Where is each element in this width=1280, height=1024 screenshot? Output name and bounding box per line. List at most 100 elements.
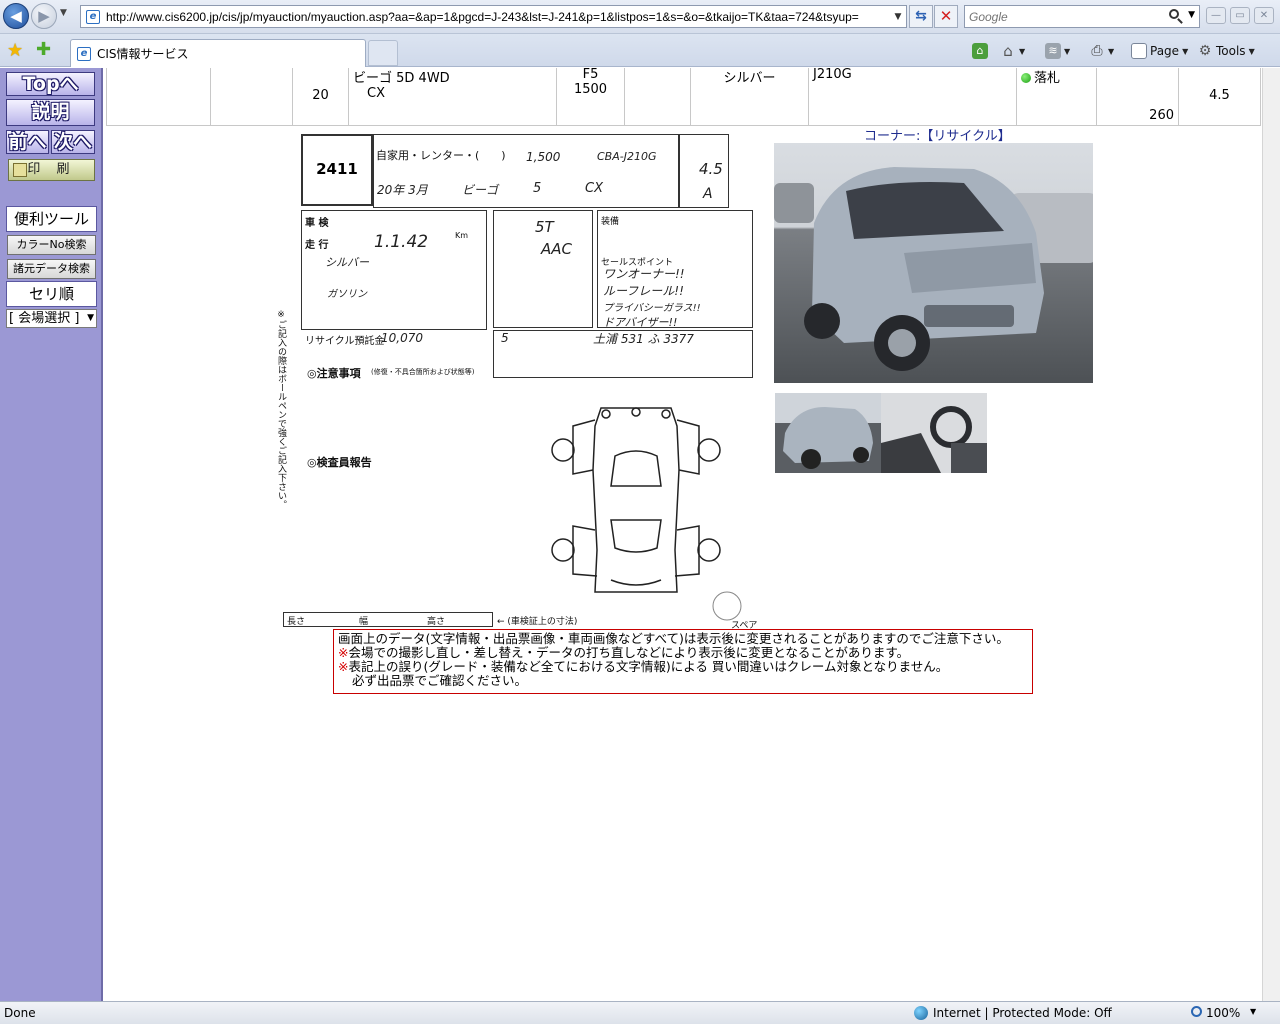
sheet-capacity: 5 (501, 331, 509, 345)
score-cell: 4.5 (1178, 68, 1261, 126)
home-chevron-icon[interactable]: ▼ (1019, 47, 1025, 56)
print-sheet-button[interactable]: 印 刷 (8, 159, 95, 181)
globe-icon (914, 1006, 928, 1020)
address-bar[interactable]: e http://www.cis6200.jp/cis/jp/myauction… (80, 5, 907, 28)
notice-line-1: 画面上のデータ(文字情報・出品票画像・車両画像などすべて)は表示後に変更されるこ… (338, 631, 1009, 646)
search-icon[interactable] (1169, 9, 1179, 19)
web-slice-icon: ⌂ (972, 43, 988, 59)
sheet-fuel: ガソリン (327, 289, 367, 300)
tools-menu-button[interactable]: ⚙ Tools ▼ (1197, 42, 1255, 60)
url-text[interactable]: http://www.cis6200.jp/cis/jp/myauction/m… (106, 10, 890, 24)
table-cell (106, 68, 211, 126)
home-icon: ⌂ (1003, 42, 1013, 60)
forward-button[interactable]: ▶ (31, 3, 57, 29)
refresh-button[interactable]: ⇆ (909, 5, 933, 28)
feeds-chevron-icon[interactable]: ▼ (1064, 47, 1070, 56)
page-menu-label: Page (1150, 44, 1180, 58)
sheet-odometer: 1.1.42 (374, 232, 429, 252)
sheet-grade-score: 4.5 (699, 160, 723, 178)
sales-point-3: プライバシーガラス!! (603, 303, 701, 314)
tab-active[interactable]: e CIS情報サービス (70, 39, 366, 67)
back-button[interactable]: ◀ (3, 3, 29, 29)
tools-header: 便利ツール (6, 206, 97, 232)
security-zone-text[interactable]: Internet | Protected Mode: Off (933, 1006, 1112, 1020)
spec-data-search-button[interactable]: 諸元データ検索 (7, 259, 96, 279)
stop-button[interactable]: ✕ (934, 5, 958, 28)
lot-summary-table: 20 ビーゴ 5D 4WD CX F5 1500 シルバー J210G 落札 2… (106, 68, 1261, 126)
new-tab-button[interactable] (368, 40, 398, 66)
zoom-icon[interactable] (1191, 1006, 1202, 1017)
page-chevron-icon: ▼ (1182, 46, 1189, 56)
sheet-recycle-fee: 10,070 (381, 331, 423, 345)
print-label: 印 刷 (27, 162, 76, 177)
sheet-first-reg: 20年 3月 (377, 183, 428, 197)
sheet-usage: 自家用・レンター・( ) (376, 149, 506, 162)
notice-line-3-text: 表記上の誤り(グレード・装備など全てにおける文字情報)による 買い間違いはクレー… (348, 659, 949, 674)
search-box[interactable]: ▼ (964, 5, 1200, 28)
table-row[interactable]: 20 ビーゴ 5D 4WD CX F5 1500 シルバー J210G 落札 2… (106, 68, 1261, 126)
notice-line-4: 必ず出品票でご確認ください。 (352, 673, 528, 688)
tab-title: CIS情報サービス (97, 47, 189, 61)
notice-line-2-text: 会場での撮影し直し・差し替え・データの打ち直しなどにより表示後に変更となることが… (348, 645, 910, 660)
result-text: 落札 (1034, 71, 1061, 86)
search-input[interactable] (969, 6, 1169, 27)
thumbnail-exterior[interactable] (775, 393, 881, 473)
vehicle-main-photo[interactable] (774, 143, 1093, 383)
sheet-grade: CX (585, 181, 603, 196)
tab-bar: ★ ✚ e CIS情報サービス ⌂ ⌂ ▼ ≋ ▼ ⎙ ▼ Page ▼ ⚙ T… (0, 34, 1280, 67)
notice-line-3: ※表記上の誤り(グレード・装備など全てにおける文字情報)による 買い間違いはクレ… (338, 660, 1028, 674)
sales-point-1: ワンオーナー!! (603, 267, 685, 281)
lot-number-box: 2411 (301, 134, 373, 206)
zoom-chevron-icon[interactable]: ▼ (1250, 1007, 1256, 1016)
venue-select[interactable]: [ 会場選択 ] ▼ (6, 309, 97, 328)
thumbnail-interior[interactable] (881, 393, 987, 473)
vertical-scrollbar[interactable] (1262, 68, 1280, 1001)
model-cell: ビーゴ 5D 4WD CX (348, 68, 557, 126)
connected-sites-button[interactable]: ⌂ (972, 42, 988, 60)
previous-button[interactable]: 前へ (6, 130, 49, 154)
recent-pages-chevron-icon[interactable]: ▼ (60, 8, 67, 18)
length-label: 長さ (287, 617, 306, 627)
printer-icon (13, 163, 27, 177)
notice-mark-2: ※ (338, 659, 349, 674)
vehicle-photo-drawing (774, 167, 1093, 371)
notes-label: ◎注意事項 (307, 367, 361, 380)
minimize-button[interactable]: — (1206, 7, 1226, 24)
address-dropdown-chevron-icon[interactable]: ▼ (890, 12, 906, 22)
shift-text: F5 (582, 68, 599, 82)
next-button[interactable]: 次へ (51, 130, 95, 154)
sheet-doors: 5 (533, 181, 542, 196)
car-diagram (551, 407, 721, 593)
print-chevron-icon[interactable]: ▼ (1108, 47, 1114, 56)
close-window-button[interactable]: ✕ (1254, 7, 1274, 24)
zoom-level[interactable]: 100% (1206, 1006, 1240, 1020)
print-button[interactable]: ⎙ ▼ (1089, 42, 1114, 60)
inspector-report-label: ◎検査員報告 (307, 456, 372, 469)
status-bar: Done Internet | Protected Mode: Off 100%… (0, 1001, 1280, 1024)
sheet-interior: A (703, 186, 713, 202)
notice-mark-1: ※ (338, 645, 349, 660)
top-button[interactable]: Topへ (6, 72, 95, 96)
favorites-star-icon[interactable]: ★ (7, 40, 23, 61)
notice-box: 画面上のデータ(文字情報・出品票画像・車両画像などすべて)は表示後に変更されるこ… (333, 629, 1033, 694)
auction-order-header: セリ順 (6, 281, 97, 307)
maximize-button[interactable]: ▭ (1230, 7, 1250, 24)
page-menu-button[interactable]: Page ▼ (1131, 42, 1188, 60)
page-icon (1131, 43, 1147, 59)
sheet-plate: 土浦 531 ふ 3377 (593, 332, 694, 346)
home-button[interactable]: ⌂ ▼ (1000, 42, 1025, 60)
sheet-aircon: AAC (541, 240, 572, 258)
sheet-color: シルバー (325, 256, 369, 269)
color-cell: シルバー (690, 68, 809, 126)
printer-icon: ⎙ (1091, 43, 1103, 59)
sales-point-2: ルーフレール!! (603, 284, 684, 298)
ie-page-icon: e (86, 9, 100, 24)
add-favorites-icon[interactable]: ✚ (36, 39, 51, 60)
address-toolbar: ◀ ▶ ▼ e http://www.cis6200.jp/cis/jp/mya… (0, 0, 1280, 34)
price-cell: 260 (1096, 68, 1179, 126)
feeds-button[interactable]: ≋ ▼ (1045, 42, 1070, 60)
color-number-search-button[interactable]: カラーNo検索 (7, 235, 96, 255)
year-cell: 20 (292, 68, 349, 126)
help-button[interactable]: 説明 (6, 99, 95, 126)
search-provider-chevron-icon[interactable]: ▼ (1188, 10, 1195, 20)
